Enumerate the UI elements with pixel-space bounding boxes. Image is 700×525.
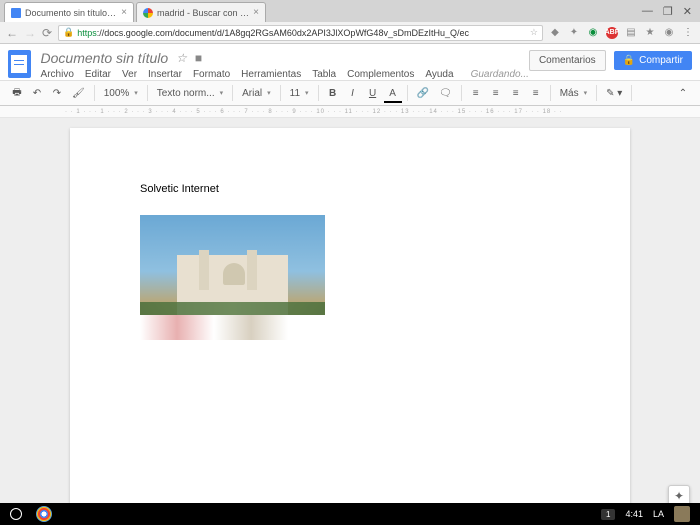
edit-mode-icon[interactable]: ✎ ▾ <box>602 85 626 102</box>
align-left-icon[interactable]: ≡ <box>467 85 485 102</box>
minimize-icon[interactable]: — <box>642 5 653 17</box>
url-protocol: https <box>77 28 97 38</box>
menu-herramientas[interactable]: Herramientas <box>241 69 301 80</box>
os-launcher-icon[interactable] <box>10 508 22 520</box>
menu-insertar[interactable]: Insertar <box>148 69 182 80</box>
extension-icon[interactable]: ◉ <box>663 27 675 39</box>
fontsize-dropdown[interactable]: 11 <box>286 86 313 101</box>
redo-icon[interactable]: ↷ <box>48 85 66 102</box>
extension-icon[interactable]: ✦ <box>568 27 580 39</box>
browser-tab-search[interactable]: madrid - Buscar con Goo × <box>136 2 266 22</box>
tab-title: Documento sin título - D <box>25 8 117 18</box>
document-image[interactable] <box>140 215 325 340</box>
more-dropdown[interactable]: Más <box>556 86 591 101</box>
back-icon[interactable]: ← <box>6 26 18 40</box>
document-canvas[interactable]: Solvetic Internet ✦ <box>0 118 700 517</box>
align-right-icon[interactable]: ≡ <box>507 85 525 102</box>
star-icon[interactable]: ☆ <box>530 27 538 38</box>
menu-ayuda[interactable]: Ayuda <box>425 69 453 80</box>
text-color-icon[interactable]: A <box>384 85 402 102</box>
browser-tab-docs[interactable]: Documento sin título - D × <box>4 2 134 22</box>
chrome-taskbar-icon[interactable] <box>36 506 52 522</box>
font-dropdown[interactable]: Arial <box>238 86 275 101</box>
menu-editar[interactable]: Editar <box>85 69 111 80</box>
url-path: ://docs.google.com/document/d/1A8gq2RGsA… <box>97 28 469 38</box>
star-icon[interactable]: ☆ <box>176 51 187 65</box>
zoom-dropdown[interactable]: 100% <box>100 86 142 101</box>
extension-icon[interactable]: ◆ <box>549 27 561 39</box>
docs-favicon <box>11 8 21 18</box>
forward-icon[interactable]: → <box>24 26 36 40</box>
maximize-icon[interactable]: ❐ <box>663 5 673 18</box>
extension-icon[interactable]: ◉ <box>587 27 599 39</box>
link-icon[interactable]: 🔗 <box>413 85 433 102</box>
comment-icon[interactable]: 🗨 <box>435 85 456 102</box>
menu-ver[interactable]: Ver <box>122 69 137 80</box>
menu-bar: Archivo Editar Ver Insertar Formato Herr… <box>41 69 529 80</box>
document-page[interactable]: Solvetic Internet <box>70 128 630 517</box>
menu-formato[interactable]: Formato <box>193 69 230 80</box>
tab-title: madrid - Buscar con Goo <box>157 8 249 18</box>
address-bar[interactable]: 🔒 https://docs.google.com/document/d/1A8… <box>58 25 543 41</box>
menu-complementos[interactable]: Complementos <box>347 69 414 80</box>
docs-logo[interactable] <box>8 50 31 78</box>
share-button[interactable]: 🔒Compartir <box>614 51 692 70</box>
align-justify-icon[interactable]: ≡ <box>527 85 545 102</box>
saving-status: Guardando... <box>471 69 529 80</box>
chrome-menu-icon[interactable]: ⋮ <box>682 27 694 39</box>
style-dropdown[interactable]: Texto norm... <box>153 86 227 101</box>
user-avatar[interactable] <box>674 506 690 522</box>
italic-icon[interactable]: I <box>344 85 362 102</box>
reload-icon[interactable]: ⟳ <box>42 26 52 40</box>
toolbar: 🖶 ↶ ↷ 🖌 100% Texto norm... Arial 11 B I … <box>0 80 700 106</box>
paint-format-icon[interactable]: 🖌 <box>68 85 89 102</box>
align-center-icon[interactable]: ≡ <box>487 85 505 102</box>
bold-icon[interactable]: B <box>324 85 342 102</box>
close-tab-icon[interactable]: × <box>121 7 127 18</box>
document-title[interactable]: Documento sin título <box>41 50 169 66</box>
extension-icon[interactable]: ABP <box>606 27 618 39</box>
undo-icon[interactable]: ↶ <box>28 85 46 102</box>
google-favicon <box>143 8 153 18</box>
extension-icon[interactable]: ★ <box>644 27 656 39</box>
ruler[interactable]: · · 1 · · · 1 · · · 2 · · · 3 · · · 4 · … <box>0 106 700 118</box>
notification-badge[interactable]: 1 <box>601 509 615 520</box>
underline-icon[interactable]: U <box>364 85 382 102</box>
extension-icon[interactable]: ▤ <box>625 27 637 39</box>
collapse-toolbar-icon[interactable]: ⌃ <box>674 85 692 102</box>
print-icon[interactable]: 🖶 <box>8 82 26 105</box>
clock[interactable]: 4:41 <box>625 509 643 519</box>
lock-icon: 🔒 <box>623 55 635 66</box>
close-tab-icon[interactable]: × <box>253 7 259 18</box>
document-body-text[interactable]: Solvetic Internet <box>140 183 560 195</box>
menu-archivo[interactable]: Archivo <box>41 69 74 80</box>
comments-button[interactable]: Comentarios <box>529 50 606 71</box>
os-taskbar: 1 4:41 LA <box>0 503 700 525</box>
close-window-icon[interactable]: ✕ <box>683 5 692 18</box>
menu-tabla[interactable]: Tabla <box>312 69 336 80</box>
lock-icon: 🔒 <box>63 27 74 38</box>
folder-icon[interactable]: ■ <box>195 51 202 65</box>
language-indicator[interactable]: LA <box>653 509 664 519</box>
